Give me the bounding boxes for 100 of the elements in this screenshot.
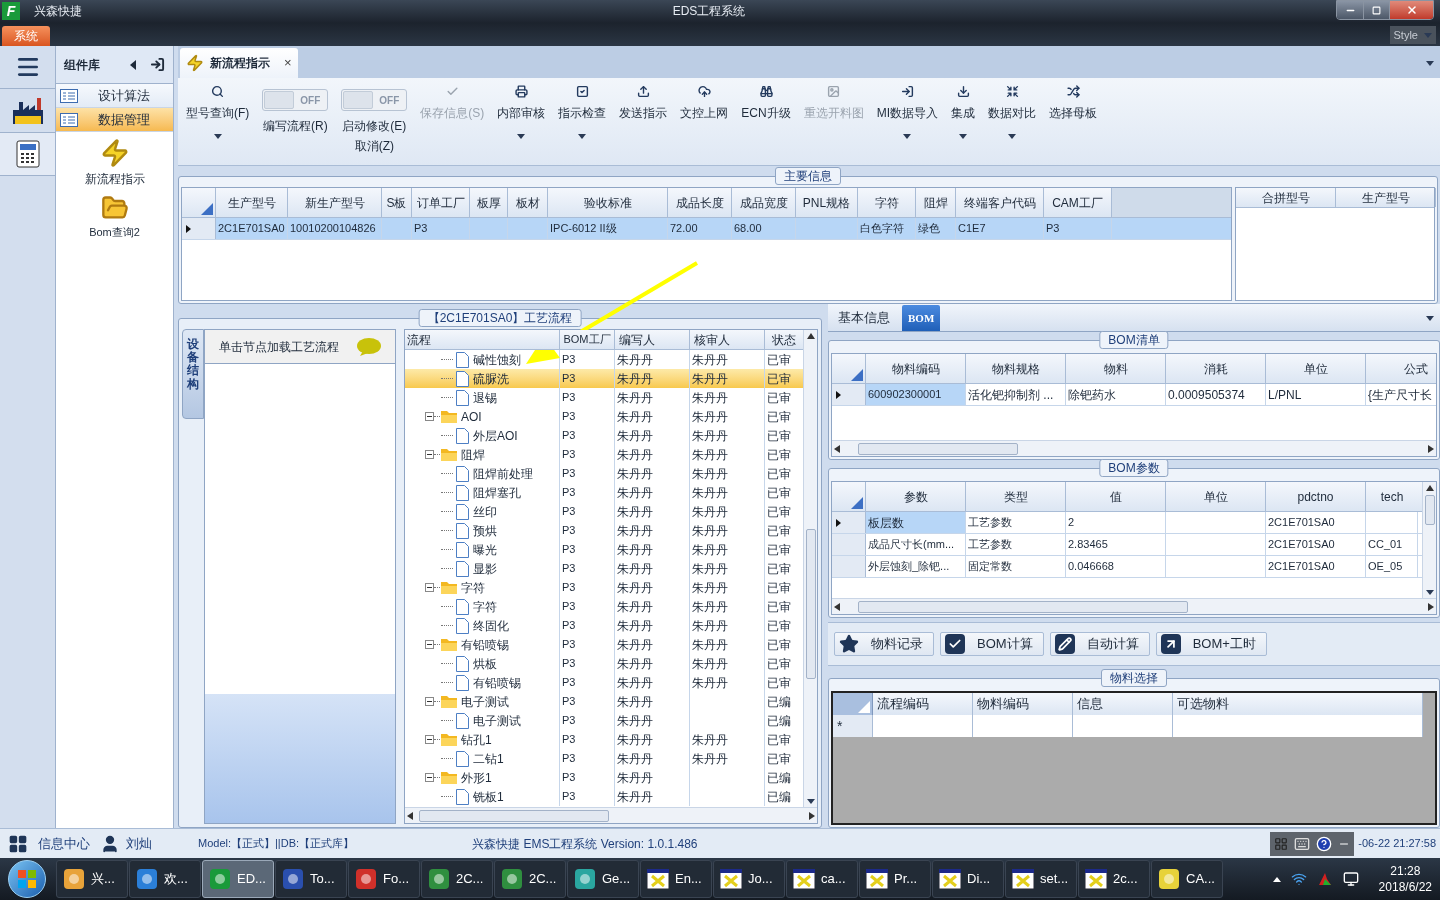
column-header[interactable]: BOM工厂 xyxy=(560,330,615,349)
column-header[interactable]: 生产型号 xyxy=(216,188,288,217)
column-header[interactable]: 单位 xyxy=(1166,482,1266,511)
tree-row[interactable]: 硫脲洗 P3 朱丹丹 朱丹丹 已审 xyxy=(405,369,803,388)
tree-row[interactable]: 外形1 P3 朱丹丹 已编 xyxy=(405,768,803,787)
tree-row[interactable]: 预烘 P3 朱丹丹 朱丹丹 已审 xyxy=(405,521,803,540)
tree-row[interactable]: 烘板 P3 朱丹丹 朱丹丹 已审 xyxy=(405,654,803,673)
toolbar-button[interactable]: 数据对比 xyxy=(984,85,1040,139)
taskbar-item[interactable]: CA... xyxy=(1151,860,1223,898)
column-header[interactable]: 字符 xyxy=(858,188,916,217)
tree-row[interactable]: 电子测试 P3 朱丹丹 已编 xyxy=(405,692,803,711)
column-header[interactable]: 值 xyxy=(1066,482,1166,511)
toolbar-button[interactable]: 指示检查 xyxy=(554,85,611,139)
column-header[interactable]: 阻焊 xyxy=(916,188,956,217)
taskbar-item[interactable]: To... xyxy=(275,860,347,898)
toolbar-button[interactable]: MI数据导入 xyxy=(872,85,942,139)
tree-row[interactable]: 钻孔1 P3 朱丹丹 朱丹丹 已审 xyxy=(405,730,803,749)
action-button[interactable]: BOM计算 xyxy=(940,632,1044,656)
taskbar-item[interactable]: set... xyxy=(1005,860,1077,898)
tree-row[interactable]: 阻焊前处理 P3 朱丹丹 朱丹丹 已审 xyxy=(405,464,803,483)
column-header[interactable]: 消耗 xyxy=(1166,354,1266,383)
column-header[interactable]: 参数 xyxy=(866,482,966,511)
shortcut-button[interactable]: 新流程指示 xyxy=(56,138,173,188)
taskbar-item[interactable]: 2C... xyxy=(421,860,493,898)
taskbar-item[interactable]: ED... xyxy=(202,860,274,898)
tree-row[interactable]: 电子测试 P3 朱丹丹 已编 xyxy=(405,711,803,730)
info-center-link[interactable]: 信息中心 xyxy=(38,833,90,854)
style-menu[interactable]: Style xyxy=(1389,26,1436,44)
column-header[interactable]: 生产型号 xyxy=(1336,188,1436,207)
taskbar-item[interactable]: 2c... xyxy=(1078,860,1150,898)
tree-row[interactable]: 二钻1 P3 朱丹丹 朱丹丹 已审 xyxy=(405,749,803,768)
table-row[interactable]: 2C1E701SA0 10010200104826 P3 IPC-6012 II级 72.00 68.00 白色字符 绿色 C1E7 P3 xyxy=(182,218,1231,240)
column-header[interactable]: S板 xyxy=(382,188,412,217)
column-header[interactable]: 板材 xyxy=(508,188,548,217)
column-header[interactable]: 类型 xyxy=(966,482,1066,511)
tree-row[interactable]: 外层AOI P3 朱丹丹 朱丹丹 已审 xyxy=(405,426,803,445)
column-header[interactable]: 订单工厂 xyxy=(412,188,470,217)
column-header[interactable]: 物料 xyxy=(1066,354,1166,383)
action-button[interactable]: 物料记录 xyxy=(834,632,934,656)
column-header[interactable]: tech xyxy=(1366,482,1418,511)
column-header[interactable]: 状态 xyxy=(765,330,803,349)
tree-row[interactable]: 阻焊 P3 朱丹丹 朱丹丹 已审 xyxy=(405,445,803,464)
column-header[interactable]: 公式 xyxy=(1366,354,1436,383)
shortcut-button[interactable]: Bom查询2 xyxy=(56,194,173,241)
taskbar-item[interactable]: En... xyxy=(640,860,712,898)
column-header[interactable]: 单位 xyxy=(1266,354,1366,383)
tree-row[interactable]: 阻焊塞孔 P3 朱丹丹 朱丹丹 已审 xyxy=(405,483,803,502)
tree-row[interactable]: 曝光 P3 朱丹丹 朱丹丹 已审 xyxy=(405,540,803,559)
taskbar-item[interactable]: Fo... xyxy=(348,860,420,898)
column-header[interactable]: 编写人 xyxy=(615,330,690,349)
column-header[interactable]: 新生产型号 xyxy=(288,188,382,217)
taskbar-item[interactable]: 欢... xyxy=(129,860,201,898)
taskbar-item[interactable]: Pr... xyxy=(859,860,931,898)
taskbar-item[interactable]: Ge... xyxy=(567,860,639,898)
document-tab[interactable]: 新流程指示 × xyxy=(180,48,298,78)
sidebar-item[interactable]: 设计算法 xyxy=(56,84,173,108)
sidebar-item[interactable]: 数据管理 xyxy=(56,108,173,132)
column-header[interactable]: 成品宽度 xyxy=(732,188,796,217)
tree-row[interactable]: 字符 P3 朱丹丹 朱丹丹 已审 xyxy=(405,578,803,597)
taskbar-item[interactable]: Jo... xyxy=(713,860,785,898)
column-header[interactable]: 板厚 xyxy=(470,188,508,217)
column-header[interactable]: 流程 xyxy=(405,330,560,349)
toolbar-button[interactable]: 型号查询(F) xyxy=(182,85,254,139)
toolbar-button[interactable]: 内部审核 xyxy=(493,85,550,139)
column-header[interactable]: 终端客户代码 xyxy=(956,188,1044,217)
column-header[interactable]: 可选物料 xyxy=(1173,693,1423,715)
column-header[interactable]: PNL规格 xyxy=(796,188,858,217)
tree-row[interactable]: AOI P3 朱丹丹 朱丹丹 已审 xyxy=(405,407,803,426)
vertical-tab[interactable]: 设备结构 xyxy=(182,329,204,419)
column-header[interactable]: 物料编码 xyxy=(866,354,966,383)
column-header[interactable]: 合拼型号 xyxy=(1236,188,1336,207)
tree-row[interactable]: 铣板1 P3 朱丹丹 已编 xyxy=(405,787,803,806)
toolbar-button[interactable]: ECN升级 xyxy=(737,85,795,122)
tree-row[interactable]: 终固化 P3 朱丹丹 朱丹丹 已审 xyxy=(405,616,803,635)
column-header[interactable]: 物料规格 xyxy=(966,354,1066,383)
close-tab-button[interactable]: × xyxy=(284,53,292,73)
toolbar-button[interactable]: 集成 xyxy=(947,85,979,139)
taskbar-item[interactable]: Di... xyxy=(932,860,1004,898)
column-header[interactable]: 核审人 xyxy=(690,330,765,349)
toolbar-button[interactable]: 选择母板 xyxy=(1045,85,1101,122)
taskbar-item[interactable]: ca... xyxy=(786,860,858,898)
tree-row[interactable]: 退锡 P3 朱丹丹 朱丹丹 已审 xyxy=(405,388,803,407)
toolbar-button[interactable]: 文控上网 xyxy=(676,85,733,122)
column-header[interactable]: 流程编码 xyxy=(873,693,973,715)
tree-row[interactable]: 显影 P3 朱丹丹 朱丹丹 已审 xyxy=(405,559,803,578)
action-button[interactable]: BOM+工时 xyxy=(1155,632,1267,656)
column-header[interactable]: 物料编码 xyxy=(973,693,1073,715)
column-header[interactable]: 验收标准 xyxy=(548,188,668,217)
taskbar-item[interactable]: 兴... xyxy=(56,860,128,898)
detail-tab[interactable]: BOM xyxy=(902,305,941,331)
tree-row[interactable]: 有铅喷锡 P3 朱丹丹 朱丹丹 已审 xyxy=(405,673,803,692)
tree-row[interactable]: 字符 P3 朱丹丹 朱丹丹 已审 xyxy=(405,597,803,616)
column-header[interactable]: 成品长度 xyxy=(668,188,732,217)
tree-row[interactable]: 有铅喷锡 P3 朱丹丹 朱丹丹 已审 xyxy=(405,635,803,654)
column-header[interactable]: 信息 xyxy=(1073,693,1173,715)
taskbar-item[interactable]: 2C... xyxy=(494,860,566,898)
action-button[interactable]: 自动计算 xyxy=(1049,632,1150,656)
column-header[interactable]: pdctno xyxy=(1266,482,1366,511)
tree-row[interactable]: 丝印 P3 朱丹丹 朱丹丹 已审 xyxy=(405,502,803,521)
detail-tab[interactable]: 基本信息 xyxy=(832,305,896,331)
